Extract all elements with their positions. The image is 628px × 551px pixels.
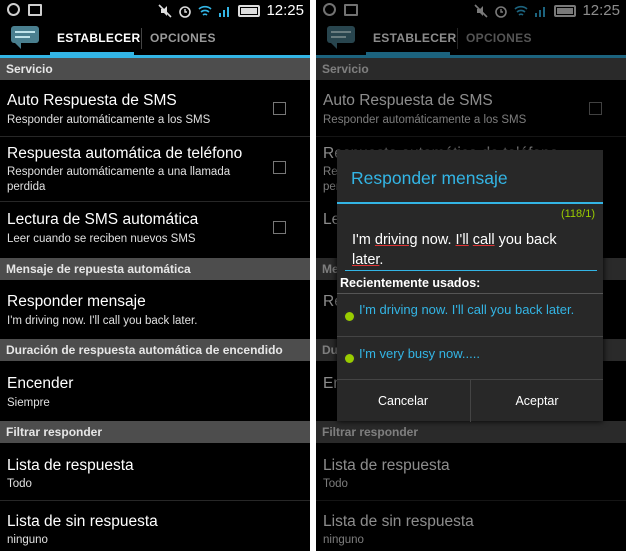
pref-auto-sms[interactable]: Auto Respuesta de SMS Responder automáti… xyxy=(0,80,310,136)
mute-icon xyxy=(158,3,173,18)
accept-button[interactable]: Aceptar xyxy=(471,380,603,422)
pref-title: Lista de sin respuesta xyxy=(7,513,158,530)
dialog-buttons: Cancelar Aceptar xyxy=(337,379,603,422)
pref-lectura-sms[interactable]: Lectura de SMS automática Leer cuando se… xyxy=(0,202,310,256)
clock: 12:25 xyxy=(266,2,304,19)
pref-summary: Todo xyxy=(7,478,32,490)
bullet-icon xyxy=(345,354,354,363)
image-icon xyxy=(28,4,42,16)
checkbox[interactable] xyxy=(273,221,286,234)
section-mensaje: Mensaje de repuesta automática xyxy=(0,258,310,280)
pref-title: Respuesta automática de teléfono xyxy=(7,145,243,162)
tab-indicator xyxy=(50,52,134,55)
section-filtrar: Filtrar responder xyxy=(0,421,310,443)
signal-icon xyxy=(218,4,232,18)
pref-title: Lectura de SMS automática xyxy=(7,211,199,228)
section-servicio: Servicio xyxy=(0,58,310,80)
action-bar: ESTABLECER OPCIONES xyxy=(0,22,310,58)
pref-auto-tel[interactable]: Respuesta automática de teléfono Respond… xyxy=(0,137,310,201)
pref-title: Lista de respuesta xyxy=(7,457,134,474)
message-input[interactable]: I'm driving now. I'll call you back late… xyxy=(352,230,590,270)
bullet-icon xyxy=(345,312,354,321)
tab-opciones[interactable]: OPCIONES xyxy=(150,22,216,55)
pref-responder-mensaje[interactable]: Responder mensaje I'm driving now. I'll … xyxy=(0,280,310,336)
recent-header: Recientemente usados: xyxy=(340,276,481,290)
char-counter: (118/1) xyxy=(560,208,595,220)
recent-item[interactable]: I'm very busy now..... xyxy=(337,337,603,379)
wifi-icon xyxy=(198,4,212,18)
settings-screen-left: 12:25 ESTABLECER OPCIONES Servicio Auto … xyxy=(0,0,310,551)
recent-item[interactable]: I'm driving now. I'll call you back late… xyxy=(337,294,603,337)
dialog-title: Responder mensaje xyxy=(351,168,508,188)
cancel-button[interactable]: Cancelar xyxy=(337,380,469,422)
pref-summary: Responder automáticamente a una llamada … xyxy=(7,166,231,193)
checkbox[interactable] xyxy=(273,161,286,174)
settings-screen-right: 12:25 ESTABLECER OPCIONES Servicio Auto … xyxy=(316,0,626,551)
tab-establecer[interactable]: ESTABLECER xyxy=(57,22,140,55)
pref-summary: I'm driving now. I'll call you back late… xyxy=(7,315,198,327)
recent-item-text: I'm driving now. I'll call you back late… xyxy=(359,302,575,317)
checkbox[interactable] xyxy=(273,102,286,115)
section-duracion: Duración de respuesta automática de ence… xyxy=(0,339,310,361)
responder-mensaje-dialog: Responder mensaje (118/1) I'm driving no… xyxy=(337,150,603,422)
pref-summary: ninguno xyxy=(7,534,48,546)
pref-summary: Leer cuando se reciben nuevos SMS xyxy=(7,233,196,245)
recent-item-text: I'm very busy now..... xyxy=(359,346,480,361)
pref-summary: Responder automáticamente a los SMS xyxy=(7,114,211,126)
alarm-icon xyxy=(178,4,192,18)
whatsapp-icon xyxy=(7,3,20,16)
pref-summary: Siempre xyxy=(7,397,50,409)
status-bar: 12:25 xyxy=(0,0,310,22)
pref-title: Encender xyxy=(7,375,74,392)
app-icon xyxy=(11,26,41,50)
pref-lista-sin-respuesta[interactable]: Lista de sin respuesta ninguno xyxy=(0,501,310,551)
pref-lista-respuesta[interactable]: Lista de respuesta Todo xyxy=(0,443,310,499)
pref-encender[interactable]: Encender Siempre xyxy=(0,361,310,419)
pref-title: Auto Respuesta de SMS xyxy=(7,92,177,109)
pref-title: Responder mensaje xyxy=(7,293,146,310)
battery-icon xyxy=(238,4,261,17)
